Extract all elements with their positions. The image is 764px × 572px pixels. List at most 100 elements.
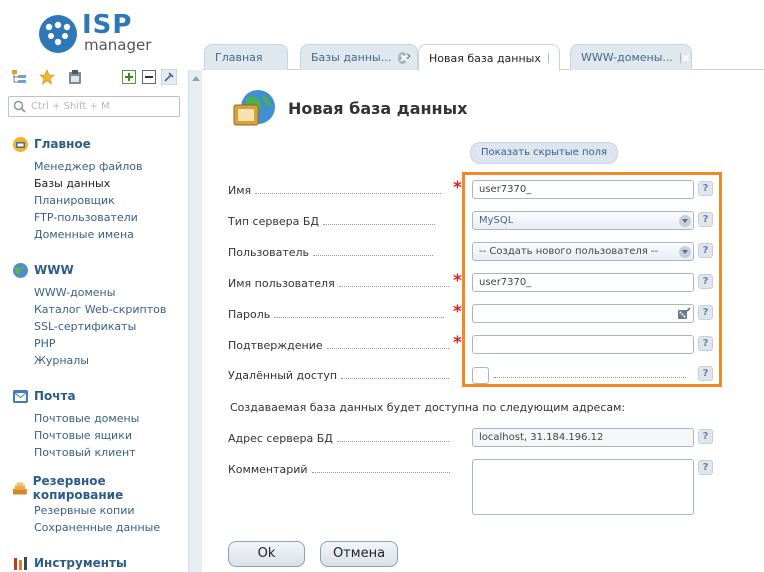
required-mark: *	[453, 333, 462, 353]
sidebar-item-databases[interactable]: Базы данных	[34, 175, 188, 192]
menu-group-tools: Инструменты	[12, 553, 188, 572]
menu-group-mail: Почта Почтовые домены Почтовые ящики Поч…	[12, 386, 188, 461]
sidebar-toolbar	[10, 68, 180, 88]
field-label: Имя	[228, 184, 450, 197]
server-type-select[interactable]: MySQL	[472, 211, 694, 230]
isp-manager-app: ISP manager Ctrl + Shift + M Главное Мен…	[0, 0, 764, 572]
sidebar-item-domain-names[interactable]: Доменные имена	[34, 226, 188, 243]
sidebar-item-logs[interactable]: Журналы	[34, 352, 188, 369]
clipboard-icon[interactable]	[66, 68, 84, 86]
sidebar-item-php[interactable]: PHP	[34, 335, 188, 352]
tab-databases[interactable]: Базы данны...	[300, 44, 418, 70]
user-select[interactable]: -- Создать нового пользователя --	[472, 242, 694, 261]
sidebar: ISP manager Ctrl + Shift + M Главное Мен…	[0, 0, 188, 572]
sidebar-item-ssl-certificates[interactable]: SSL-сертификаты	[34, 318, 188, 335]
sidebar-item-file-manager[interactable]: Менеджер файлов	[34, 158, 188, 175]
search-box	[8, 96, 180, 117]
field-label: Имя пользователя	[228, 277, 450, 290]
menu-group-title: Резервное копирование	[32, 474, 124, 502]
sidebar-item-mail-client[interactable]: Почтовый клиент	[34, 444, 188, 461]
help-icon[interactable]: ?	[698, 243, 713, 258]
comment-textarea[interactable]	[472, 459, 694, 515]
favorites-star-icon[interactable]	[38, 68, 56, 86]
menu-group-backup: Резервное копирование Резервные копии Со…	[12, 474, 188, 536]
help-icon[interactable]: ?	[698, 460, 713, 475]
field-label: Пользователь	[228, 246, 450, 259]
tree-view-icon[interactable]	[10, 68, 28, 86]
tab-www-domains[interactable]: WWW-домены...	[570, 44, 692, 70]
chevron-right-icon: ›	[406, 49, 412, 64]
required-mark: *	[453, 178, 462, 198]
help-icon[interactable]: ?	[698, 305, 713, 320]
menu-group-backup-header[interactable]: Резервное копирование	[12, 474, 188, 502]
globe-icon	[13, 262, 28, 278]
scroll-up-arrow-icon[interactable]	[192, 76, 200, 81]
help-icon[interactable]: ?	[698, 212, 713, 227]
server-address-field: localhost, 31.184.196.12	[472, 428, 694, 447]
field-label: Подтверждение	[228, 339, 450, 352]
sidebar-item-backups[interactable]: Резервные копии	[34, 502, 188, 519]
tab-label: Базы данны...	[311, 51, 392, 64]
close-icon[interactable]	[679, 51, 681, 64]
menu-group-www-header[interactable]: WWW	[12, 260, 188, 280]
logo[interactable]: ISP manager	[38, 10, 158, 56]
menu-group-main: Главное Менеджер файлов Базы данных План…	[12, 134, 188, 243]
remote-access-checkbox[interactable]	[472, 367, 489, 384]
tools-icon	[14, 556, 27, 570]
field-label: Комментарий	[228, 463, 450, 476]
tab-new-database[interactable]: Новая база данных	[418, 44, 560, 71]
close-icon[interactable]	[547, 52, 549, 64]
backup-icon	[12, 481, 27, 495]
field-row-server-address: Адрес сервера БД localhost, 31.184.196.1…	[228, 428, 748, 450]
expand-all-icon[interactable]	[120, 68, 138, 86]
help-icon[interactable]: ?	[698, 181, 713, 196]
menu-group-mail-header[interactable]: Почта	[12, 386, 188, 406]
sidebar-scrollbar[interactable]	[188, 70, 202, 572]
confirm-password-input[interactable]	[472, 335, 694, 354]
field-row-server-type: Тип сервера БД MySQL ?	[228, 211, 748, 233]
field-row-password: Пароль * ?	[228, 302, 748, 326]
availability-note: Создаваемая база данных будет доступна п…	[230, 401, 626, 414]
cancel-button[interactable]: Отмена	[320, 541, 398, 567]
sidebar-item-www-domains[interactable]: WWW-домены	[34, 284, 188, 301]
search-icon	[13, 100, 26, 113]
name-input[interactable]: user7370_	[472, 180, 694, 199]
tab-label: Главная	[215, 51, 263, 64]
sidebar-item-mailboxes[interactable]: Почтовые ящики	[34, 427, 188, 444]
show-hidden-fields-button[interactable]: Показать скрытые поля	[470, 142, 619, 164]
help-icon[interactable]: ?	[698, 429, 713, 444]
sidebar-item-scheduler[interactable]: Планировщик	[34, 192, 188, 209]
menu-group-title: Инструменты	[34, 556, 127, 570]
field-row-username: Имя пользователя * user7370_ ?	[228, 271, 748, 295]
field-row-remote-access: Удалённый доступ ?	[228, 365, 748, 387]
menu-group-title: WWW	[34, 263, 74, 277]
database-globe-icon	[233, 90, 275, 126]
tab-label: Новая база данных	[429, 51, 541, 65]
sidebar-item-saved-data[interactable]: Сохраненные данные	[34, 519, 188, 536]
logo-mark-icon	[39, 15, 77, 53]
username-input[interactable]: user7370_	[472, 273, 694, 292]
help-icon[interactable]: ?	[698, 336, 713, 351]
sidebar-item-mail-domains[interactable]: Почтовые домены	[34, 410, 188, 427]
menu-group-tools-header[interactable]: Инструменты	[12, 553, 188, 572]
chevron-down-icon	[679, 246, 691, 258]
search-input[interactable]	[31, 98, 177, 115]
collapse-all-icon[interactable]	[140, 68, 158, 86]
password-generator-icon[interactable]	[677, 307, 691, 320]
logo-sub: manager	[84, 36, 152, 54]
field-label: Адрес сервера БД	[228, 432, 450, 445]
chevron-down-icon	[679, 215, 691, 227]
pin-icon[interactable]	[160, 68, 178, 86]
sidebar-item-web-scripts[interactable]: Каталог Web-скриптов	[34, 301, 188, 318]
menu-group-www: WWW WWW-домены Каталог Web-скриптов SSL-…	[12, 260, 188, 369]
sidebar-item-ftp-users[interactable]: FTP-пользователи	[34, 209, 188, 226]
ok-button[interactable]: Ok	[228, 541, 305, 567]
field-label: Тип сервера БД	[228, 215, 450, 228]
password-input[interactable]	[472, 304, 694, 323]
tab-home[interactable]: Главная	[204, 44, 288, 70]
menu-group-main-header[interactable]: Главное	[12, 134, 188, 154]
menu-group-title: Главное	[34, 137, 91, 151]
help-icon[interactable]: ?	[698, 366, 713, 381]
tab-bar: Главная Базы данны... › Новая база данны…	[202, 44, 764, 71]
help-icon[interactable]: ?	[698, 274, 713, 289]
